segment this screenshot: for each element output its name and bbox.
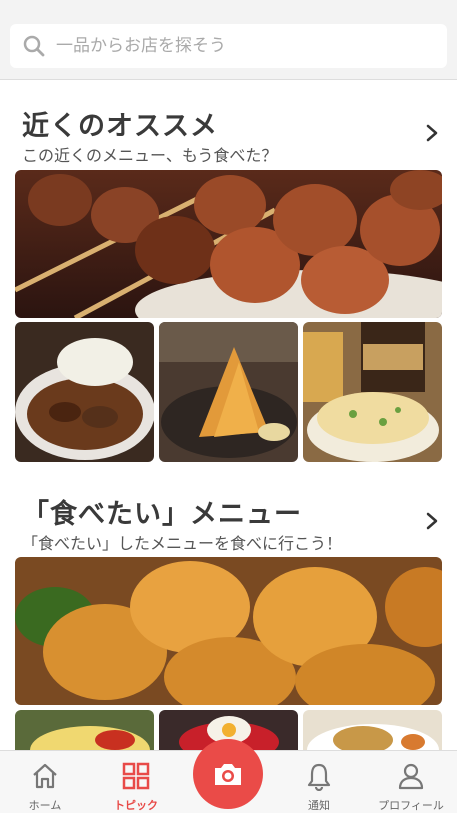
- section-title: 近くのオススメ: [22, 111, 218, 142]
- photo-fried-shrimp[interactable]: [159, 322, 298, 462]
- tab-label: トピック: [114, 799, 158, 812]
- grid-icon: [122, 762, 150, 790]
- photo-yakitori-skewers[interactable]: [15, 170, 442, 318]
- section-want-to-eat: 「食べたい」メニュー 「食べたい」したメニューを食べに行こう！: [0, 475, 457, 750]
- tab-topic[interactable]: トピック: [91, 751, 181, 813]
- search-box[interactable]: [10, 24, 447, 68]
- tab-label: 通知: [308, 799, 330, 812]
- photo-beef-stew-with-cabbage[interactable]: [15, 322, 154, 462]
- tab-home[interactable]: ホーム: [0, 751, 90, 813]
- tab-notifications[interactable]: 通知: [274, 751, 364, 813]
- photo-dish-on-plate[interactable]: [303, 710, 442, 750]
- person-icon: [398, 763, 424, 790]
- tab-label: ホーム: [28, 799, 62, 812]
- chevron-right-icon[interactable]: [423, 512, 441, 530]
- tab-label: プロフィール: [378, 799, 444, 812]
- photo-potato-salad-with-beer[interactable]: [303, 322, 442, 462]
- camera-icon: [215, 764, 241, 785]
- section-title: 「食べたい」メニュー: [22, 499, 302, 530]
- search-bar-area: [0, 0, 457, 80]
- section-subtitle: この近くのメニュー、もう食べた？: [22, 146, 278, 165]
- bell-icon: [307, 763, 331, 791]
- photo-omurice[interactable]: [15, 710, 154, 750]
- photo-karaage-fried-chicken[interactable]: [15, 557, 442, 705]
- chevron-right-icon[interactable]: [423, 124, 441, 142]
- section-subtitle: 「食べたい」したメニューを食べに行こう！: [22, 534, 343, 553]
- section-nearby-recommend: 近くのオススメ この近くのメニュー、もう食べた？: [0, 80, 457, 475]
- tab-profile[interactable]: プロフィール: [366, 751, 456, 813]
- search-icon: [23, 35, 45, 57]
- search-input[interactable]: [56, 36, 436, 56]
- home-icon: [33, 763, 57, 789]
- camera-button[interactable]: [193, 739, 263, 809]
